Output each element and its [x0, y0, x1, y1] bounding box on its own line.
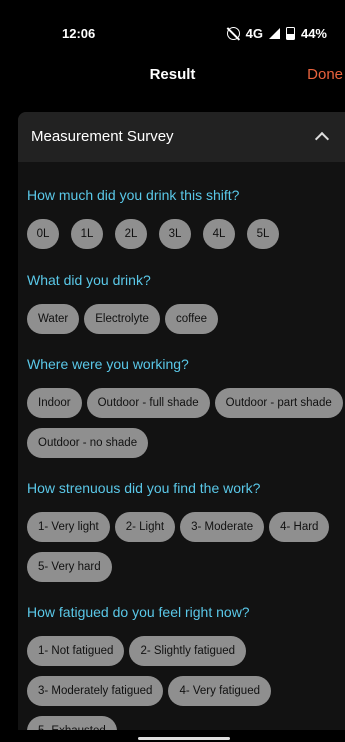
- chevron-up-icon[interactable]: [314, 131, 330, 147]
- option-chip[interactable]: 0L: [27, 219, 59, 249]
- options-drink-amount: 0L 1L 2L 3L 4L 5L: [27, 219, 345, 249]
- survey-title: Measurement Survey: [31, 128, 174, 145]
- option-chip[interactable]: 1- Very light: [27, 512, 110, 542]
- option-chip[interactable]: Outdoor - full shade: [86, 388, 210, 418]
- option-chip[interactable]: Indoor: [27, 388, 82, 418]
- option-chip[interactable]: 4L: [203, 219, 235, 249]
- option-chip[interactable]: 2- Slightly fatigued: [129, 636, 247, 666]
- option-chip[interactable]: Outdoor - part shade: [214, 388, 343, 418]
- network-type: 4G: [245, 26, 263, 41]
- status-bar: 12:06 4G 44%: [0, 0, 345, 62]
- question-drink-amount: How much did you drink this shift?: [27, 187, 240, 203]
- status-time: 12:06: [62, 26, 96, 41]
- page-title: Result: [149, 66, 196, 83]
- signal-icon: [268, 28, 280, 39]
- option-chip[interactable]: 5L: [247, 219, 279, 249]
- options-drink-type: Water Electrolyte coffee: [27, 304, 345, 334]
- question-drink-type: What did you drink?: [27, 272, 151, 288]
- option-chip[interactable]: 3- Moderately fatigued: [27, 676, 164, 706]
- options-fatigue: 1- Not fatigued 2- Slightly fatigued 3- …: [27, 636, 345, 730]
- option-chip[interactable]: Water: [27, 304, 80, 334]
- option-chip[interactable]: Outdoor - no shade: [27, 428, 149, 458]
- app-header: Result Done: [0, 62, 345, 102]
- status-icons: 4G 44%: [226, 26, 327, 41]
- question-fatigue: How fatigued do you feel right now?: [27, 604, 250, 620]
- done-button[interactable]: Done: [307, 66, 343, 83]
- question-work-location: Where were you working?: [27, 356, 189, 372]
- option-chip[interactable]: 4- Hard: [269, 512, 330, 542]
- option-chip[interactable]: 5- Very hard: [27, 552, 112, 582]
- survey-card-header[interactable]: Measurement Survey: [18, 112, 345, 162]
- option-chip[interactable]: 2- Light: [114, 512, 176, 542]
- option-chip[interactable]: 1L: [71, 219, 103, 249]
- option-chip[interactable]: 4- Very fatigued: [168, 676, 271, 706]
- survey-card: Measurement Survey How much did you drin…: [18, 112, 345, 730]
- battery-icon: [285, 27, 295, 40]
- option-chip[interactable]: coffee: [164, 304, 219, 334]
- option-chip[interactable]: 5- Exhausted: [27, 716, 117, 730]
- option-chip[interactable]: 1- Not fatigued: [27, 636, 125, 666]
- battery-percent: 44%: [300, 26, 327, 41]
- home-indicator[interactable]: [138, 737, 230, 740]
- options-work-location: Indoor Outdoor - full shade Outdoor - pa…: [27, 388, 345, 458]
- alarm-off-icon: [226, 27, 240, 40]
- option-chip[interactable]: 3L: [159, 219, 191, 249]
- option-chip[interactable]: Electrolyte: [84, 304, 160, 334]
- options-strenuous: 1- Very light 2- Light 3- Moderate 4- Ha…: [27, 512, 345, 582]
- question-strenuous: How strenuous did you find the work?: [27, 480, 261, 496]
- option-chip[interactable]: 2L: [115, 219, 147, 249]
- option-chip[interactable]: 3- Moderate: [180, 512, 265, 542]
